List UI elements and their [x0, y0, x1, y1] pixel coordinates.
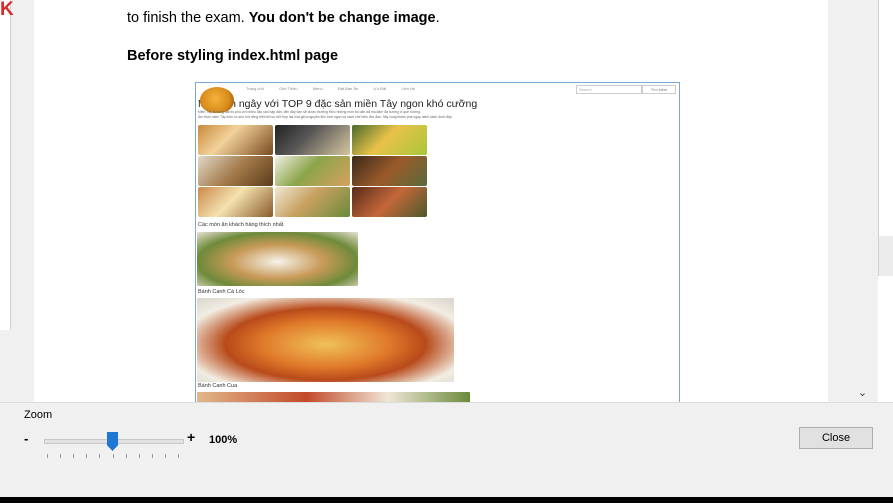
food-photo — [198, 156, 273, 186]
zoom-out-button[interactable]: - — [24, 431, 28, 446]
tick-mark — [152, 454, 153, 458]
embedded-search-button: Tìm kiếm — [642, 85, 676, 94]
food-photo — [352, 187, 427, 217]
food-photo — [275, 125, 350, 155]
nav-item: Liên Hệ — [401, 86, 416, 91]
tick-mark — [139, 454, 140, 458]
close-button[interactable]: Close — [799, 427, 873, 449]
tick-mark — [126, 454, 127, 458]
zoom-slider-ticks — [47, 454, 179, 458]
instruction-suffix: . — [435, 10, 440, 26]
food-photo — [275, 187, 350, 217]
food-photo — [197, 298, 454, 382]
food-photo — [198, 187, 273, 217]
zoom-in-button[interactable]: + — [187, 429, 195, 445]
food-photo — [198, 125, 273, 155]
dish-caption: Bánh Canh Cá Lóc — [198, 289, 245, 295]
food-photo — [352, 125, 427, 155]
instruction-bold: You don't be change image — [248, 10, 436, 26]
zoom-percent: 100% — [209, 434, 238, 446]
embedded-search-box: Search — [576, 85, 642, 94]
right-panel-top — [878, 0, 893, 236]
tick-mark — [47, 454, 48, 458]
nav-item: Menu — [312, 86, 323, 91]
document-viewport: K to finish the exam. You don't be chang… — [0, 0, 878, 402]
exam-instruction-text: to finish the exam. You don't be change … — [127, 10, 440, 26]
food-photo — [197, 232, 358, 286]
nav-item: Ưu Đãi — [373, 86, 387, 91]
nav-item: Đặt Bàn Ăn — [337, 86, 359, 91]
food-photo — [275, 156, 350, 186]
embedded-title: Mê mẩn ngây với TOP 9 đặc sản miền Tây n… — [198, 98, 478, 110]
dish-caption: Bánh Canh Cua — [198, 383, 238, 389]
vertical-scrollbar[interactable]: ⌄ — [852, 0, 873, 402]
embedded-nav: Trang chủ Giới Thiệu Menu Đặt Bàn Ăn Ưu … — [246, 86, 429, 91]
tick-mark — [73, 454, 74, 458]
nav-item: Trang chủ — [246, 86, 264, 91]
tick-mark — [86, 454, 87, 458]
nav-item: Giới Thiệu — [279, 86, 298, 91]
favorites-caption: Các món ăn khách hàng thích nhất — [198, 222, 284, 228]
chevron-down-icon[interactable]: ⌄ — [852, 384, 873, 402]
food-photo — [197, 392, 470, 402]
embedded-webpage-screenshot: Trang chủ Giới Thiệu Menu Đặt Bàn Ăn Ưu … — [195, 82, 680, 402]
right-panel-strip — [878, 0, 893, 402]
zoom-label: Zoom — [24, 409, 53, 421]
tick-mark — [99, 454, 100, 458]
viewer-window: K to finish the exam. You don't be chang… — [0, 0, 893, 503]
embedded-paragraph: Ẩm thực miền Tây luôn có sức hút riêng b… — [198, 115, 453, 119]
zoom-panel: Zoom - + 100% Close — [0, 402, 893, 497]
instruction-prefix: to finish the exam. — [127, 10, 249, 26]
tick-mark — [113, 454, 114, 458]
food-photo — [352, 156, 427, 186]
embedded-paragraph: Miền Tây là vùng đất trù phú với nhiều đ… — [198, 110, 421, 114]
section-heading: Before styling index.html page — [127, 48, 339, 64]
left-panel-strip: K — [0, 0, 14, 330]
zoom-slider-thumb[interactable] — [107, 432, 118, 451]
tick-mark — [60, 454, 61, 458]
right-panel-marker — [878, 236, 893, 276]
tick-mark — [178, 454, 179, 458]
k-logo-icon: K — [0, 0, 14, 20]
tick-mark — [165, 454, 166, 458]
